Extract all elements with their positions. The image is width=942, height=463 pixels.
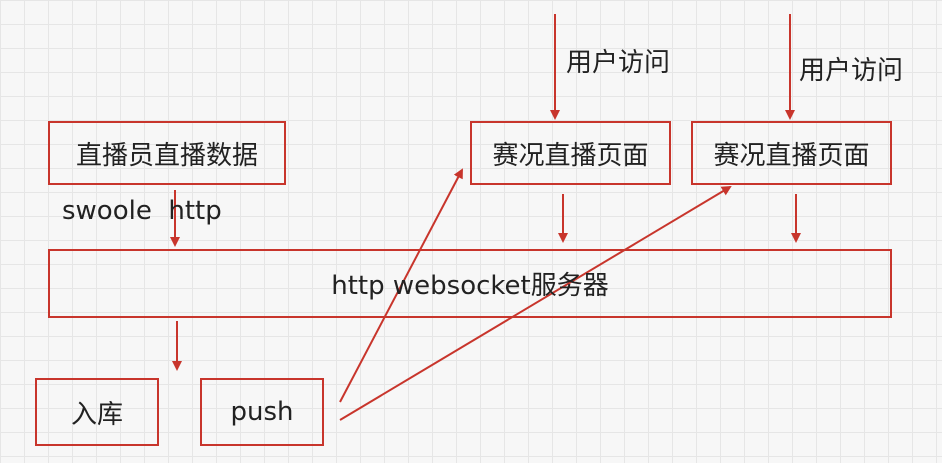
broadcaster-data-label: 直播员直播数据 [75, 140, 258, 171]
broadcaster-data-box: 直播员直播数据 [48, 121, 286, 185]
flow-diagram: 直播员直播数据 赛况直播页面 赛况直播页面 http websocket服务器 … [0, 0, 942, 463]
push-label: push [230, 397, 294, 427]
live-page-label-1: 赛况直播页面 [492, 140, 649, 171]
swoole-http-label: swoole http [62, 196, 222, 226]
live-page-label-2: 赛况直播页面 [713, 140, 870, 171]
server-box: http websocket服务器 [48, 249, 892, 318]
storage-box: 入库 [35, 378, 159, 446]
user-access-label-2: 用户访问 [799, 56, 904, 86]
push-box: push [200, 378, 324, 446]
live-page-box-2: 赛况直播页面 [691, 121, 892, 185]
user-access-label-1: 用户访问 [566, 48, 671, 78]
storage-label: 入库 [70, 399, 123, 430]
live-page-box-1: 赛况直播页面 [470, 121, 671, 185]
server-label: http websocket服务器 [331, 271, 609, 301]
